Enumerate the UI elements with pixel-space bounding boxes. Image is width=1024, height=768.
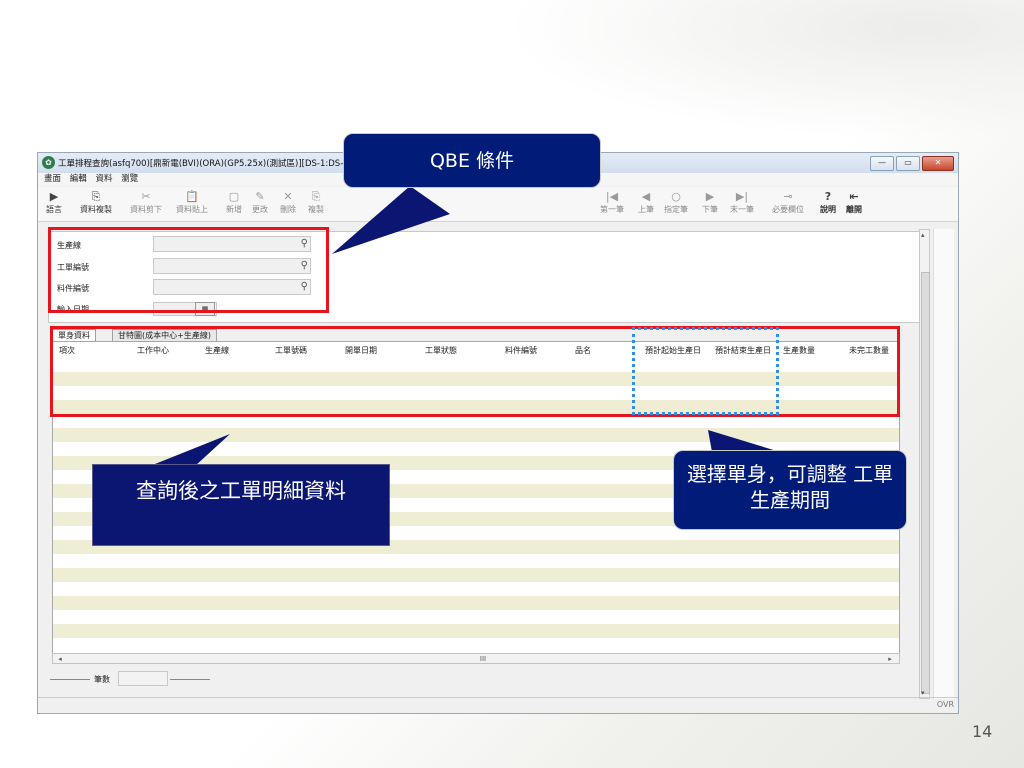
- detail-callout-text: 查詢後之工單明細資料: [136, 479, 346, 503]
- select-callout-text: 選擇單身，可調整 工單生產期間: [686, 462, 894, 512]
- callout-pointers: [150, 186, 780, 466]
- qbe-callout: QBE 條件: [343, 133, 601, 188]
- qbe-callout-pointer: [332, 186, 450, 254]
- select-callout-pointer: [708, 430, 780, 452]
- select-callout: 選擇單身，可調整 工單生產期間: [673, 450, 907, 530]
- page-number: 14: [972, 722, 993, 741]
- detail-callout: 查詢後之工單明細資料: [92, 464, 390, 546]
- qbe-callout-text: QBE 條件: [429, 150, 515, 172]
- detail-callout-pointer: [150, 434, 230, 466]
